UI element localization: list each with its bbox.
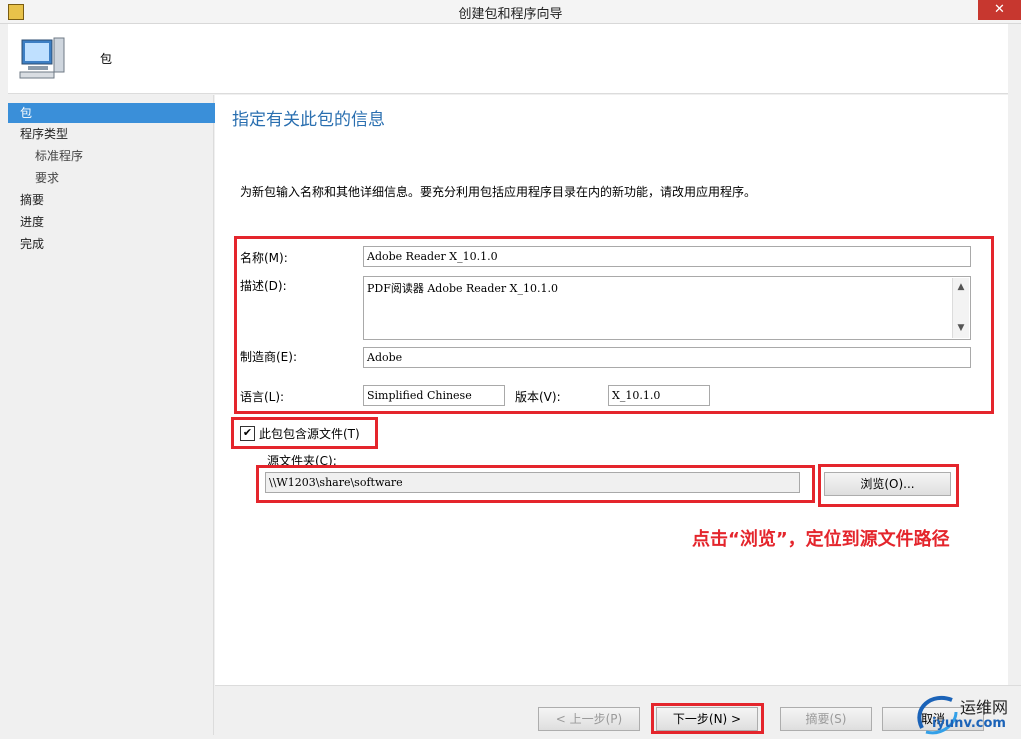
description-scrollbar[interactable]: ▲ ▼ — [952, 278, 969, 338]
sidebar-item-standard-program[interactable]: 标准程序 — [8, 146, 241, 166]
watermark-url: iyunv.com — [932, 716, 1006, 731]
close-button[interactable]: ✕ — [978, 0, 1021, 20]
sidebar-item-program-type[interactable]: 程序类型 — [8, 124, 226, 144]
description-text: PDF阅读器 Adobe Reader X_10.1.0 — [367, 282, 558, 295]
next-button[interactable]: 下一步(N) > — [656, 707, 758, 731]
version-input[interactable]: X_10.1.0 — [608, 385, 710, 406]
sidebar-item-progress[interactable]: 进度 — [8, 212, 226, 232]
header-title: 包 — [100, 52, 113, 66]
wizard-footer: < 上一步(P) 下一步(N) > 摘要(S) 取消 — [215, 685, 1021, 739]
sidebar-item-completion[interactable]: 完成 — [8, 234, 226, 254]
wizard-steps-sidebar: 包 程序类型 标准程序 要求 摘要 进度 完成 — [8, 95, 226, 735]
source-folder-input[interactable]: \\W1203\share\software — [265, 472, 800, 493]
scroll-up-icon[interactable]: ▲ — [953, 279, 969, 295]
name-input[interactable]: Adobe Reader X_10.1.0 — [363, 246, 971, 267]
sidebar-item-requirements[interactable]: 要求 — [8, 168, 241, 188]
description-label: 描述(D): — [240, 279, 287, 293]
scroll-down-icon[interactable]: ▼ — [953, 320, 969, 336]
sidebar-item-package[interactable]: 包 — [8, 103, 226, 123]
language-label: 语言(L): — [240, 390, 285, 404]
page-heading: 指定有关此包的信息 — [232, 110, 385, 130]
browse-button[interactable]: 浏览(O)... — [824, 472, 951, 496]
annotation-text: 点击“浏览”，定位到源文件路径 — [692, 529, 950, 550]
sidebar-item-summary[interactable]: 摘要 — [8, 190, 226, 210]
language-input[interactable]: Simplified Chinese — [363, 385, 505, 406]
main-panel: 指定有关此包的信息 为新包输入名称和其他详细信息。要充分利用包括应用程序目录在内… — [215, 95, 1008, 685]
title-bar: 创建包和程序向导 ✕ — [0, 0, 1021, 24]
description-textarea[interactable]: PDF阅读器 Adobe Reader X_10.1.0 ▲ ▼ — [363, 276, 971, 340]
source-files-checkbox[interactable]: ✔ — [240, 426, 255, 441]
wizard-header: 包 — [8, 24, 1008, 94]
previous-button[interactable]: < 上一步(P) — [538, 707, 640, 731]
source-folder-label: 源文件夹(C): — [267, 454, 337, 468]
source-files-checkbox-label[interactable]: 此包包含源文件(T) — [259, 425, 360, 442]
summary-button[interactable]: 摘要(S) — [780, 707, 872, 731]
intro-text: 为新包输入名称和其他详细信息。要充分利用包括应用程序目录在内的新功能，请改用应用… — [240, 185, 757, 199]
manufacturer-label: 制造商(E): — [240, 350, 297, 364]
computer-icon — [19, 37, 65, 79]
window-title: 创建包和程序向导 — [458, 7, 563, 22]
name-label: 名称(M): — [240, 251, 288, 265]
manufacturer-input[interactable]: Adobe — [363, 347, 971, 368]
version-label: 版本(V): — [515, 390, 561, 404]
watermark-text: 运维网 — [960, 698, 1009, 717]
